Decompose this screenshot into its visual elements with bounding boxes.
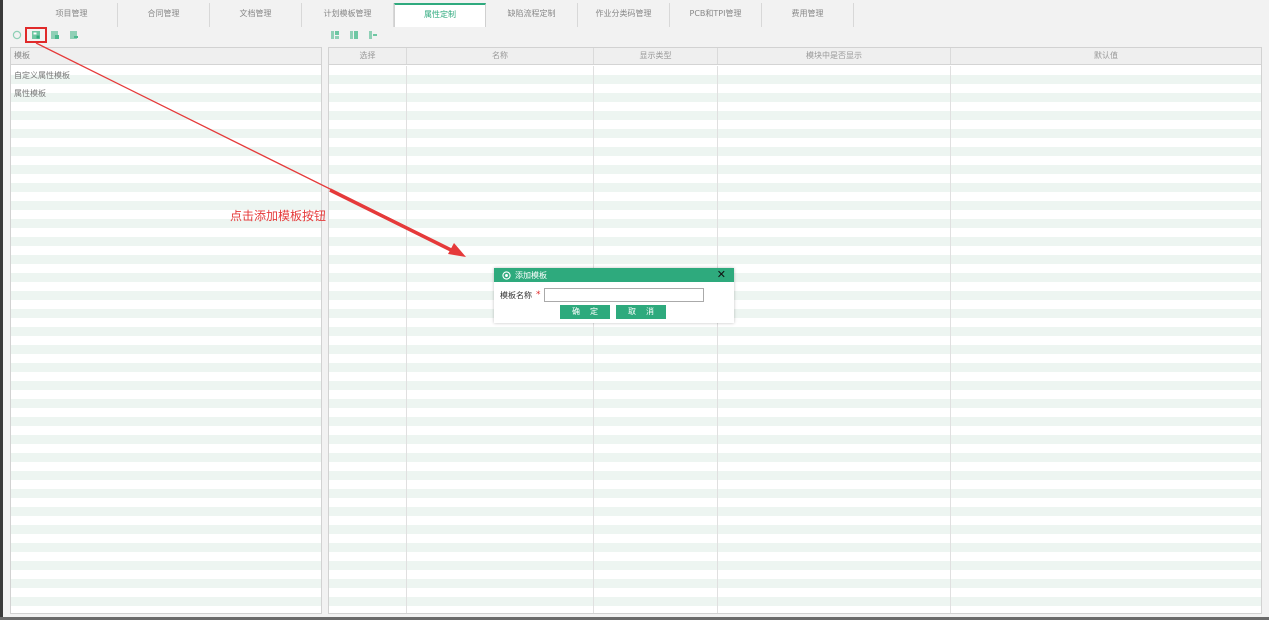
dialog-title: 添加模板 bbox=[515, 270, 547, 280]
template-name-input[interactable] bbox=[543, 288, 704, 302]
dialog-title-bar: 添加模板 ✕ bbox=[494, 268, 734, 282]
template-name-field-row: 模板名称 * bbox=[500, 288, 704, 302]
dialog-button-row: 确定 取消 bbox=[560, 305, 666, 319]
required-mark: * bbox=[536, 290, 541, 300]
cancel-button[interactable]: 取消 bbox=[616, 305, 666, 319]
dialog-logo-icon bbox=[502, 270, 511, 280]
template-name-label: 模板名称 bbox=[500, 290, 532, 300]
annotation-text: 点击添加模板按钮 bbox=[230, 209, 327, 223]
add-template-dialog: 添加模板 ✕ 模板名称 * 确定 取消 bbox=[494, 268, 734, 323]
app-window: 项目管理 合同管理 文档管理 计划模板管理 属性定制 缺陷流程定制 作业分类码管… bbox=[0, 0, 1269, 620]
confirm-button[interactable]: 确定 bbox=[560, 305, 610, 319]
close-icon[interactable]: ✕ bbox=[717, 268, 726, 282]
